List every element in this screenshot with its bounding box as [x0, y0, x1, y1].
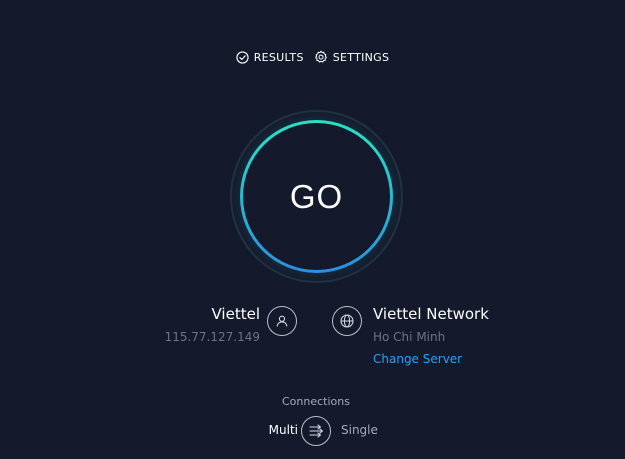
isp-info: Viettel 115.77.127.149	[120, 303, 260, 346]
settings-nav-item[interactable]: SETTINGS	[314, 50, 390, 64]
results-nav-item[interactable]: RESULTS	[236, 51, 304, 64]
connections-toggle-button[interactable]	[301, 416, 331, 446]
speedtest-page: RESULTS SETTINGS GO Viettel 115.77.127.1…	[0, 0, 625, 459]
go-label: GO	[289, 177, 344, 215]
settings-label: SETTINGS	[332, 50, 390, 64]
check-circle-icon	[236, 50, 249, 64]
isp-ip-address: 115.77.127.149	[164, 330, 260, 344]
server-location: Ho Chi Minh	[373, 330, 446, 344]
server-info: Viettel Network Ho Chi Minh Change Serve…	[373, 303, 593, 368]
arrows-toggle-icon	[309, 424, 324, 438]
top-navigation: RESULTS SETTINGS	[0, 48, 625, 66]
single-option[interactable]: Single	[341, 423, 378, 437]
server-name: Viettel Network	[373, 305, 489, 323]
gear-icon	[314, 50, 327, 63]
isp-name: Viettel	[211, 305, 261, 323]
globe-icon	[332, 306, 362, 336]
multi-option[interactable]: Multi	[269, 423, 298, 437]
results-label: RESULTS	[253, 50, 304, 64]
connections-selector: Multi Single	[0, 416, 625, 446]
change-server-link[interactable]: Change Server	[373, 350, 593, 368]
go-button-area: GO	[230, 110, 403, 283]
connections-label: Connections	[282, 395, 350, 408]
go-button[interactable]: GO	[240, 120, 393, 273]
user-icon	[267, 306, 297, 336]
